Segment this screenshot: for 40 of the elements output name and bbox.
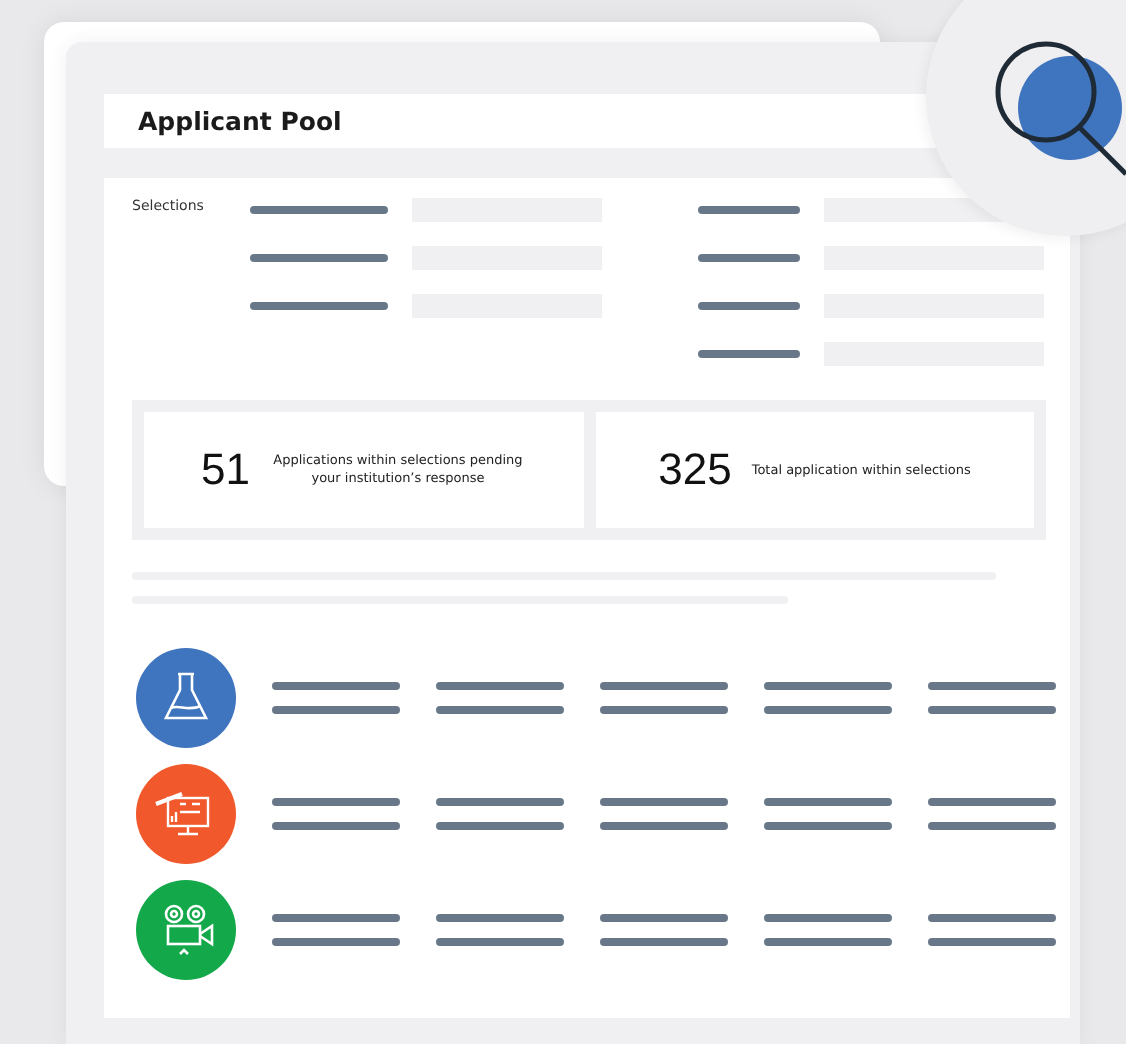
placeholder-line [600, 798, 728, 806]
placeholder-line [600, 822, 728, 830]
placeholder-line [764, 938, 892, 946]
placeholder-line [272, 682, 400, 690]
placeholder-line [600, 938, 728, 946]
placeholder-line [764, 682, 892, 690]
placeholder-line [272, 914, 400, 922]
stat-number: 325 [658, 444, 732, 496]
placeholder-line [272, 798, 400, 806]
placeholder-line [764, 914, 892, 922]
placeholder-line [250, 302, 388, 310]
placeholder-line [250, 206, 388, 214]
placeholder-line [436, 706, 564, 714]
placeholder-line [436, 822, 564, 830]
placeholder-line [928, 822, 1056, 830]
placeholder-line [928, 914, 1056, 922]
placeholder-line [698, 350, 800, 358]
placeholder-line [600, 706, 728, 714]
placeholder-line [600, 914, 728, 922]
placeholder-line [764, 706, 892, 714]
placeholder-line [436, 938, 564, 946]
stat-number: 51 [201, 444, 250, 496]
placeholder-line [272, 706, 400, 714]
placeholder-line [272, 938, 400, 946]
placeholder-line [764, 798, 892, 806]
placeholder-line [698, 206, 800, 214]
placeholder-line [436, 682, 564, 690]
placeholder-line [928, 706, 1056, 714]
placeholder-line [698, 302, 800, 310]
placeholder-line [698, 254, 800, 262]
placeholder-line [436, 798, 564, 806]
placeholder-line [250, 254, 388, 262]
panel-title: Applicant Pool [138, 106, 342, 136]
placeholder-line [928, 938, 1056, 946]
placeholder-line [764, 822, 892, 830]
placeholder-line [928, 798, 1056, 806]
placeholder-line [272, 822, 400, 830]
placeholder-line [928, 682, 1056, 690]
placeholder-line [436, 914, 564, 922]
placeholder-line [600, 682, 728, 690]
